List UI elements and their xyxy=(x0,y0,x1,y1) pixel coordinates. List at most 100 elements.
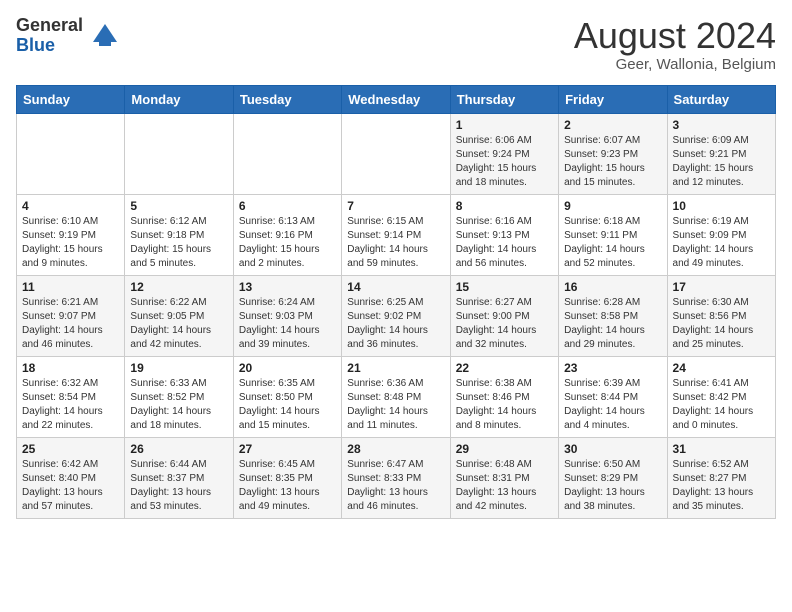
weekday-header-wednesday: Wednesday xyxy=(342,85,450,113)
day-cell: 10 Sunrise: 6:19 AMSunset: 9:09 PMDayligh… xyxy=(667,194,775,275)
weekday-header-saturday: Saturday xyxy=(667,85,775,113)
day-info: Sunrise: 6:32 AMSunset: 8:54 PMDaylight:… xyxy=(22,377,119,433)
day-cell: 28 Sunrise: 6:47 AMSunset: 8:33 PMDayligh… xyxy=(342,437,450,518)
day-cell xyxy=(342,113,450,194)
day-info: Sunrise: 6:50 AMSunset: 8:29 PMDaylight:… xyxy=(564,458,661,514)
day-number: 3 xyxy=(673,118,770,132)
day-cell xyxy=(233,113,341,194)
day-info: Sunrise: 6:42 AMSunset: 8:40 PMDaylight:… xyxy=(22,458,119,514)
day-info: Sunrise: 6:44 AMSunset: 8:37 PMDaylight:… xyxy=(130,458,227,514)
day-number: 15 xyxy=(456,280,553,294)
weekday-header-sunday: Sunday xyxy=(17,85,125,113)
day-number: 6 xyxy=(239,199,336,213)
day-info: Sunrise: 6:52 AMSunset: 8:27 PMDaylight:… xyxy=(673,458,770,514)
day-number: 10 xyxy=(673,199,770,213)
day-cell: 8Sunrise: 6:16 AMSunset: 9:13 PMDaylight… xyxy=(450,194,558,275)
day-number: 27 xyxy=(239,442,336,456)
day-cell: 12Sunrise: 6:22 AMSunset: 9:05 PMDayligh… xyxy=(125,275,233,356)
day-number: 21 xyxy=(347,361,444,375)
weekday-header-monday: Monday xyxy=(125,85,233,113)
day-info: Sunrise: 6:35 AMSunset: 8:50 PMDaylight:… xyxy=(239,377,336,433)
day-cell: 20 Sunrise: 6:35 AMSunset: 8:50 PMDayligh… xyxy=(233,356,341,437)
day-info: Sunrise: 6:24 AMSunset: 9:03 PMDaylight:… xyxy=(239,296,336,352)
day-info: Sunrise: 6:22 AMSunset: 9:05 PMDaylight:… xyxy=(130,296,227,352)
day-info: Sunrise: 6:09 AMSunset: 9:21 PMDaylight:… xyxy=(673,134,770,190)
day-info: Sunrise: 6:15 AMSunset: 9:14 PMDaylight:… xyxy=(347,215,444,271)
day-info: Sunrise: 6:13 AMSunset: 9:16 PMDaylight:… xyxy=(239,215,336,271)
logo-general: General xyxy=(16,16,83,36)
day-cell: 24Sunrise: 6:41 AMSunset: 8:42 PMDayligh… xyxy=(667,356,775,437)
day-cell: 23 Sunrise: 6:39 AMSunset: 8:44 PMDayligh… xyxy=(559,356,667,437)
day-cell: 25 Sunrise: 6:42 AMSunset: 8:40 PMDayligh… xyxy=(17,437,125,518)
day-info: Sunrise: 6:48 AMSunset: 8:31 PMDaylight:… xyxy=(456,458,553,514)
day-number: 2 xyxy=(564,118,661,132)
logo: General Blue xyxy=(16,16,121,56)
day-cell: 19 Sunrise: 6:33 AMSunset: 8:52 PMDayligh… xyxy=(125,356,233,437)
day-cell: 7 Sunrise: 6:15 AMSunset: 9:14 PMDaylight… xyxy=(342,194,450,275)
day-info: Sunrise: 6:47 AMSunset: 8:33 PMDaylight:… xyxy=(347,458,444,514)
day-number: 26 xyxy=(130,442,227,456)
weekday-header-tuesday: Tuesday xyxy=(233,85,341,113)
day-info: Sunrise: 6:30 AMSunset: 8:56 PMDaylight:… xyxy=(673,296,770,352)
day-number: 30 xyxy=(564,442,661,456)
day-number: 16 xyxy=(564,280,661,294)
day-info: Sunrise: 6:12 AMSunset: 9:18 PMDaylight:… xyxy=(130,215,227,271)
day-cell: 2 Sunrise: 6:07 AMSunset: 9:23 PMDaylight… xyxy=(559,113,667,194)
day-cell: 13 Sunrise: 6:24 AMSunset: 9:03 PMDayligh… xyxy=(233,275,341,356)
day-cell: 29Sunrise: 6:48 AMSunset: 8:31 PMDayligh… xyxy=(450,437,558,518)
day-cell: 9 Sunrise: 6:18 AMSunset: 9:11 PMDaylight… xyxy=(559,194,667,275)
logo-icon xyxy=(89,20,121,52)
main-container: General Blue August 2024 Geer, Wallonia,… xyxy=(0,0,792,527)
day-info: Sunrise: 6:21 AMSunset: 9:07 PMDaylight:… xyxy=(22,296,119,352)
day-number: 8 xyxy=(456,199,553,213)
day-cell: 31Sunrise: 6:52 AMSunset: 8:27 PMDayligh… xyxy=(667,437,775,518)
header: General Blue August 2024 Geer, Wallonia,… xyxy=(16,16,776,73)
day-number: 17 xyxy=(673,280,770,294)
day-cell: 21Sunrise: 6:36 AMSunset: 8:48 PMDayligh… xyxy=(342,356,450,437)
day-cell: 14Sunrise: 6:25 AMSunset: 9:02 PMDayligh… xyxy=(342,275,450,356)
day-info: Sunrise: 6:18 AMSunset: 9:11 PMDaylight:… xyxy=(564,215,661,271)
week-row-1: 1Sunrise: 6:06 AMSunset: 9:24 PMDaylight… xyxy=(17,113,776,194)
day-info: Sunrise: 6:45 AMSunset: 8:35 PMDaylight:… xyxy=(239,458,336,514)
day-info: Sunrise: 6:07 AMSunset: 9:23 PMDaylight:… xyxy=(564,134,661,190)
day-number: 5 xyxy=(130,199,227,213)
day-cell: 11 Sunrise: 6:21 AMSunset: 9:07 PMDayligh… xyxy=(17,275,125,356)
week-row-2: 4Sunrise: 6:10 AMSunset: 9:19 PMDaylight… xyxy=(17,194,776,275)
week-row-3: 11 Sunrise: 6:21 AMSunset: 9:07 PMDayligh… xyxy=(17,275,776,356)
logo-blue: Blue xyxy=(16,36,83,56)
day-number: 11 xyxy=(22,280,119,294)
day-number: 13 xyxy=(239,280,336,294)
day-cell: 6 Sunrise: 6:13 AMSunset: 9:16 PMDaylight… xyxy=(233,194,341,275)
day-number: 28 xyxy=(347,442,444,456)
day-info: Sunrise: 6:19 AMSunset: 9:09 PMDaylight:… xyxy=(673,215,770,271)
day-number: 14 xyxy=(347,280,444,294)
day-info: Sunrise: 6:38 AMSunset: 8:46 PMDaylight:… xyxy=(456,377,553,433)
calendar-table: SundayMondayTuesdayWednesdayThursdayFrid… xyxy=(16,85,776,519)
calendar-body: 1Sunrise: 6:06 AMSunset: 9:24 PMDaylight… xyxy=(17,113,776,518)
month-title: August 2024 xyxy=(574,16,776,56)
logo-text: General Blue xyxy=(16,16,83,56)
day-info: Sunrise: 6:27 AMSunset: 9:00 PMDaylight:… xyxy=(456,296,553,352)
day-cell: 3 Sunrise: 6:09 AMSunset: 9:21 PMDaylight… xyxy=(667,113,775,194)
day-cell xyxy=(125,113,233,194)
day-number: 19 xyxy=(130,361,227,375)
day-cell: 26 Sunrise: 6:44 AMSunset: 8:37 PMDayligh… xyxy=(125,437,233,518)
day-cell: 5 Sunrise: 6:12 AMSunset: 9:18 PMDaylight… xyxy=(125,194,233,275)
day-info: Sunrise: 6:33 AMSunset: 8:52 PMDaylight:… xyxy=(130,377,227,433)
day-info: Sunrise: 6:10 AMSunset: 9:19 PMDaylight:… xyxy=(22,215,119,271)
week-row-4: 18Sunrise: 6:32 AMSunset: 8:54 PMDayligh… xyxy=(17,356,776,437)
weekday-row: SundayMondayTuesdayWednesdayThursdayFrid… xyxy=(17,85,776,113)
day-number: 24 xyxy=(673,361,770,375)
location: Geer, Wallonia, Belgium xyxy=(574,56,776,73)
day-number: 25 xyxy=(22,442,119,456)
day-info: Sunrise: 6:39 AMSunset: 8:44 PMDaylight:… xyxy=(564,377,661,433)
day-cell: 16Sunrise: 6:28 AMSunset: 8:58 PMDayligh… xyxy=(559,275,667,356)
day-cell: 18Sunrise: 6:32 AMSunset: 8:54 PMDayligh… xyxy=(17,356,125,437)
day-number: 23 xyxy=(564,361,661,375)
day-cell: 22Sunrise: 6:38 AMSunset: 8:46 PMDayligh… xyxy=(450,356,558,437)
day-number: 9 xyxy=(564,199,661,213)
day-number: 20 xyxy=(239,361,336,375)
day-cell: 17 Sunrise: 6:30 AMSunset: 8:56 PMDayligh… xyxy=(667,275,775,356)
day-cell: 1Sunrise: 6:06 AMSunset: 9:24 PMDaylight… xyxy=(450,113,558,194)
day-number: 7 xyxy=(347,199,444,213)
